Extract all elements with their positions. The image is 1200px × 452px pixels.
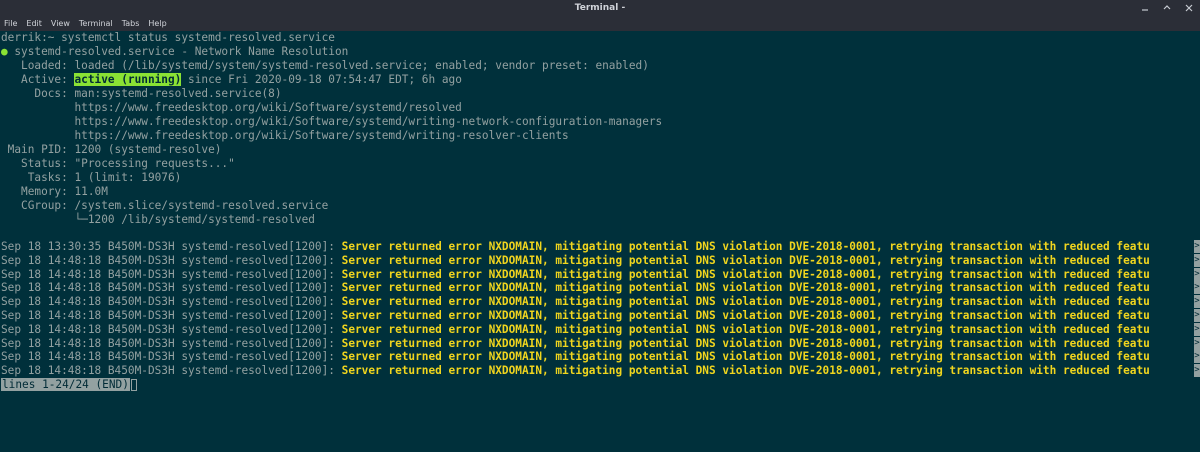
log-prefix: Sep 18 14:48:18 B450M-DS3H systemd-resol… bbox=[1, 281, 335, 295]
pid-label: Main PID: bbox=[1, 143, 68, 156]
log-prefix: Sep 18 13:30:35 B450M-DS3H systemd-resol… bbox=[1, 240, 335, 253]
terminal-window: Terminal - File Edit View Terminal Tabs … bbox=[0, 0, 1200, 452]
log-line: Sep 18 14:48:18 B450M-DS3H systemd-resol… bbox=[1, 281, 1150, 295]
menu-view[interactable]: View bbox=[51, 19, 70, 28]
text-cursor bbox=[130, 379, 137, 391]
truncation-marker-icon: > bbox=[1194, 240, 1200, 253]
truncation-marker-icon: > bbox=[1194, 295, 1200, 309]
memory-label: Memory: bbox=[1, 185, 68, 198]
active-line: Active: active (running) since Fri 2020-… bbox=[1, 73, 462, 87]
docs-line: https://www.freedesktop.org/wiki/Softwar… bbox=[1, 101, 462, 115]
log-message: Server returned error NXDOMAIN, mitigati… bbox=[341, 350, 1150, 364]
log-line: Sep 18 14:48:18 B450M-DS3H systemd-resol… bbox=[1, 364, 1150, 378]
docs-line: https://www.freedesktop.org/wiki/Softwar… bbox=[1, 115, 662, 129]
truncation-marker-icon: > bbox=[1194, 309, 1200, 322]
active-since: since Fri 2020-09-18 07:54:47 EDT; 6h ag… bbox=[188, 73, 462, 86]
log-prefix: Sep 18 14:48:18 B450M-DS3H systemd-resol… bbox=[1, 267, 335, 281]
command-text: systemctl status systemd-resolved.servic… bbox=[61, 31, 335, 44]
cgroup-label: CGroup: bbox=[1, 199, 68, 212]
menu-edit[interactable]: Edit bbox=[26, 19, 42, 28]
log-line: Sep 18 14:48:18 B450M-DS3H systemd-resol… bbox=[1, 254, 1150, 268]
log-line: Sep 18 14:48:18 B450M-DS3H systemd-resol… bbox=[1, 323, 1150, 337]
menu-terminal[interactable]: Terminal bbox=[79, 19, 113, 28]
log-line: Sep 18 14:48:18 B450M-DS3H systemd-resol… bbox=[1, 295, 1150, 309]
log-prefix: Sep 18 14:48:18 B450M-DS3H systemd-resol… bbox=[1, 336, 335, 350]
menu-help[interactable]: Help bbox=[148, 19, 166, 28]
cgroup-line: CGroup: /system.slice/systemd-resolved.s… bbox=[1, 199, 328, 213]
log-prefix: Sep 18 14:48:18 B450M-DS3H systemd-resol… bbox=[1, 364, 335, 378]
log-message: Server returned error NXDOMAIN, mitigati… bbox=[341, 295, 1150, 309]
tasks-line: Tasks: 1 (limit: 19076) bbox=[1, 171, 182, 185]
truncation-marker-icon: > bbox=[1194, 336, 1200, 350]
docs-line: https://www.freedesktop.org/wiki/Softwar… bbox=[1, 129, 569, 143]
cgroup-child-line: └─1200 /lib/systemd/systemd-resolved bbox=[1, 213, 315, 227]
log-message: Server returned error NXDOMAIN, mitigati… bbox=[341, 309, 1150, 322]
log-prefix: Sep 18 14:48:18 B450M-DS3H systemd-resol… bbox=[1, 309, 335, 322]
status-label: Status: bbox=[1, 157, 68, 170]
menu-bar: File Edit View Terminal Tabs Help bbox=[0, 16, 1200, 31]
docs-line: Docs: man:systemd-resolved.service(8) bbox=[1, 87, 282, 101]
memory-value: 11.0M bbox=[74, 185, 108, 198]
pid-value: 1200 (systemd-resolve) bbox=[74, 143, 222, 156]
terminal-output[interactable]: derrik:~ systemctl status systemd-resolv… bbox=[0, 31, 1200, 452]
log-line: Sep 18 14:48:18 B450M-DS3H systemd-resol… bbox=[1, 350, 1150, 364]
docs-item: https://www.freedesktop.org/wiki/Softwar… bbox=[74, 129, 569, 142]
log-line: Sep 18 14:48:18 B450M-DS3H systemd-resol… bbox=[1, 337, 1150, 351]
truncation-marker-icon: > bbox=[1194, 322, 1200, 336]
docs-item: man:systemd-resolved.service(8) bbox=[74, 87, 282, 100]
loaded-value: loaded (/lib/systemd/system/systemd-reso… bbox=[74, 59, 649, 72]
title-bar[interactable]: Terminal - bbox=[0, 0, 1200, 16]
menu-tabs[interactable]: Tabs bbox=[122, 19, 140, 28]
log-message: Server returned error NXDOMAIN, mitigati… bbox=[341, 336, 1150, 350]
cgroup-value: /system.slice/systemd-resolved.service bbox=[74, 199, 329, 212]
log-prefix: Sep 18 14:48:18 B450M-DS3H systemd-resol… bbox=[1, 350, 335, 364]
window-title: Terminal - bbox=[574, 3, 626, 13]
truncation-marker-icon: > bbox=[1194, 267, 1200, 281]
status-value: "Processing requests..." bbox=[74, 157, 235, 170]
tasks-value: 1 (limit: 19076) bbox=[74, 171, 182, 184]
truncation-marker-icon: > bbox=[1194, 364, 1200, 378]
status-line: Status: "Processing requests..." bbox=[1, 157, 235, 171]
log-line: Sep 18 13:30:35 B450M-DS3H systemd-resol… bbox=[1, 240, 1150, 254]
log-prefix: Sep 18 14:48:18 B450M-DS3H systemd-resol… bbox=[1, 253, 335, 267]
shell-prompt: derrik:~ bbox=[1, 31, 55, 44]
pager-status-line: lines 1-24/24 (END) bbox=[1, 378, 137, 392]
active-state-badge: active (running) bbox=[74, 73, 182, 86]
memory-line: Memory: 11.0M bbox=[1, 185, 108, 199]
docs-item: https://www.freedesktop.org/wiki/Softwar… bbox=[74, 101, 462, 114]
log-line: Sep 18 14:48:18 B450M-DS3H systemd-resol… bbox=[1, 268, 1150, 282]
truncation-marker-icon: > bbox=[1194, 281, 1200, 295]
pid-line: Main PID: 1200 (systemd-resolve) bbox=[1, 143, 222, 157]
docs-label: Docs: bbox=[1, 87, 68, 100]
maximize-icon[interactable] bbox=[1162, 3, 1172, 13]
unit-description: systemd-resolved.service - Network Name … bbox=[14, 45, 349, 58]
tasks-label: Tasks: bbox=[1, 171, 68, 184]
cgroup-child: └─1200 /lib/systemd/systemd-resolved bbox=[74, 213, 315, 226]
log-message: Server returned error NXDOMAIN, mitigati… bbox=[341, 240, 1150, 253]
truncation-marker-icon: > bbox=[1194, 253, 1200, 267]
log-line: Sep 18 14:48:18 B450M-DS3H systemd-resol… bbox=[1, 309, 1150, 323]
loaded-line: Loaded: loaded (/lib/systemd/system/syst… bbox=[1, 59, 649, 73]
status-bullet-icon: ● bbox=[1, 45, 8, 58]
close-icon[interactable] bbox=[1184, 3, 1194, 13]
log-prefix: Sep 18 14:48:18 B450M-DS3H systemd-resol… bbox=[1, 295, 335, 309]
minimize-icon[interactable] bbox=[1140, 3, 1150, 13]
log-message: Server returned error NXDOMAIN, mitigati… bbox=[341, 267, 1150, 281]
log-prefix: Sep 18 14:48:18 B450M-DS3H systemd-resol… bbox=[1, 322, 335, 336]
unit-line: ● systemd-resolved.service - Network Nam… bbox=[1, 45, 348, 59]
truncation-marker-icon: > bbox=[1194, 350, 1200, 364]
loaded-label: Loaded: bbox=[1, 59, 68, 72]
active-label: Active: bbox=[1, 73, 68, 86]
command-line: derrik:~ systemctl status systemd-resolv… bbox=[1, 31, 335, 45]
log-message: Server returned error NXDOMAIN, mitigati… bbox=[341, 253, 1150, 267]
log-message: Server returned error NXDOMAIN, mitigati… bbox=[341, 281, 1150, 295]
log-message: Server returned error NXDOMAIN, mitigati… bbox=[341, 364, 1150, 378]
pager-status: lines 1-24/24 (END) bbox=[1, 378, 130, 391]
menu-file[interactable]: File bbox=[4, 19, 17, 28]
docs-item: https://www.freedesktop.org/wiki/Softwar… bbox=[74, 115, 663, 128]
log-message: Server returned error NXDOMAIN, mitigati… bbox=[341, 322, 1150, 336]
